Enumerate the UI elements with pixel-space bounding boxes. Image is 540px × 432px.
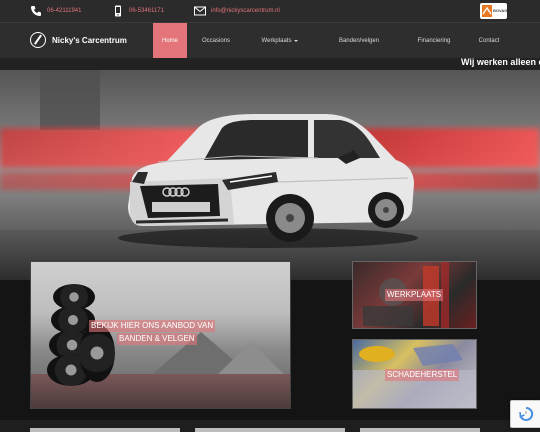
recaptcha-icon <box>518 406 533 421</box>
nav-occasions-label: Occasions <box>201 37 230 44</box>
werkplaats-tile-heading: WERKPLAATS <box>385 289 444 301</box>
banden-tile-heading: BEKIJK HIER ONS AANBOD VAN <box>89 320 216 332</box>
tile-banden-velgen[interactable]: BEKIJK HIER ONS AANBOD VAN BANDEN & VELG… <box>30 261 291 409</box>
nav-home[interactable]: Home <box>153 23 187 58</box>
nav-home-label: Home <box>161 37 178 44</box>
main-navbar: Nicky's Carcentrum Home Occasions Werkpl… <box>0 22 540 58</box>
tile-schadeherstel[interactable]: SCHADEHERSTEL <box>352 339 477 409</box>
recaptcha-badge[interactable] <box>510 400 540 428</box>
nav-werkplaats[interactable]: Werkplaats <box>258 23 302 58</box>
footer-preview-bar <box>360 428 480 432</box>
contact-mobile[interactable]: 06-53461171 <box>112 3 164 19</box>
nav-contact[interactable]: Contact <box>474 23 504 58</box>
chevron-down-icon <box>294 39 299 42</box>
hero-background-building <box>40 70 100 130</box>
site-logo[interactable]: Nicky's Carcentrum <box>30 32 127 48</box>
phone-icon <box>31 6 41 16</box>
top-contact-bar: 06-42111941 06-53461171 info@nickyscarce… <box>0 0 540 22</box>
tire-image <box>79 324 115 382</box>
nav-werkplaats-label: Werkplaats <box>261 37 292 44</box>
nav-financiering[interactable]: Financiering <box>414 23 454 58</box>
nav-banden-label: Banden/velgen <box>338 37 380 44</box>
nav-financiering-label: Financiering <box>417 37 451 44</box>
tile-werkplaats[interactable]: WERKPLAATS <box>352 261 477 329</box>
car-image <box>118 114 418 248</box>
envelope-icon <box>194 6 206 16</box>
bovag-badge[interactable]: BOVAG <box>480 3 507 19</box>
contact-phone[interactable]: 06-42111941 <box>30 3 81 19</box>
bovag-badge-text: BOVAG <box>493 8 508 13</box>
mobile-number: 06-53461171 <box>129 8 164 14</box>
schadeherstel-tile-heading: SCHADEHERSTEL <box>385 369 460 381</box>
logo-name: Nicky's Carcentrum <box>52 35 127 45</box>
footer-preview-strip <box>0 420 540 432</box>
bovag-logo-icon <box>482 5 492 17</box>
contact-email[interactable]: info@nickyscarcentrum.nl <box>194 3 280 19</box>
announcement-marquee: Wij werken alleen o <box>0 58 540 70</box>
mobile-icon <box>115 5 121 17</box>
nav-occasions[interactable]: Occasions <box>198 23 234 58</box>
marquee-text: Wij werken alleen o <box>461 58 540 67</box>
banden-tile-subheading: BANDEN & VELGEN <box>117 333 197 345</box>
footer-preview-bar <box>195 428 345 432</box>
nav-contact-label: Contact <box>478 37 500 44</box>
phone-number: 06-42111941 <box>47 8 82 14</box>
email-address: info@nickyscarcentrum.nl <box>211 8 280 14</box>
logo-icon <box>30 32 46 48</box>
footer-preview-bar <box>30 428 180 432</box>
hero-banner <box>0 70 540 280</box>
nav-banden-velgen[interactable]: Banden/velgen <box>334 23 384 58</box>
